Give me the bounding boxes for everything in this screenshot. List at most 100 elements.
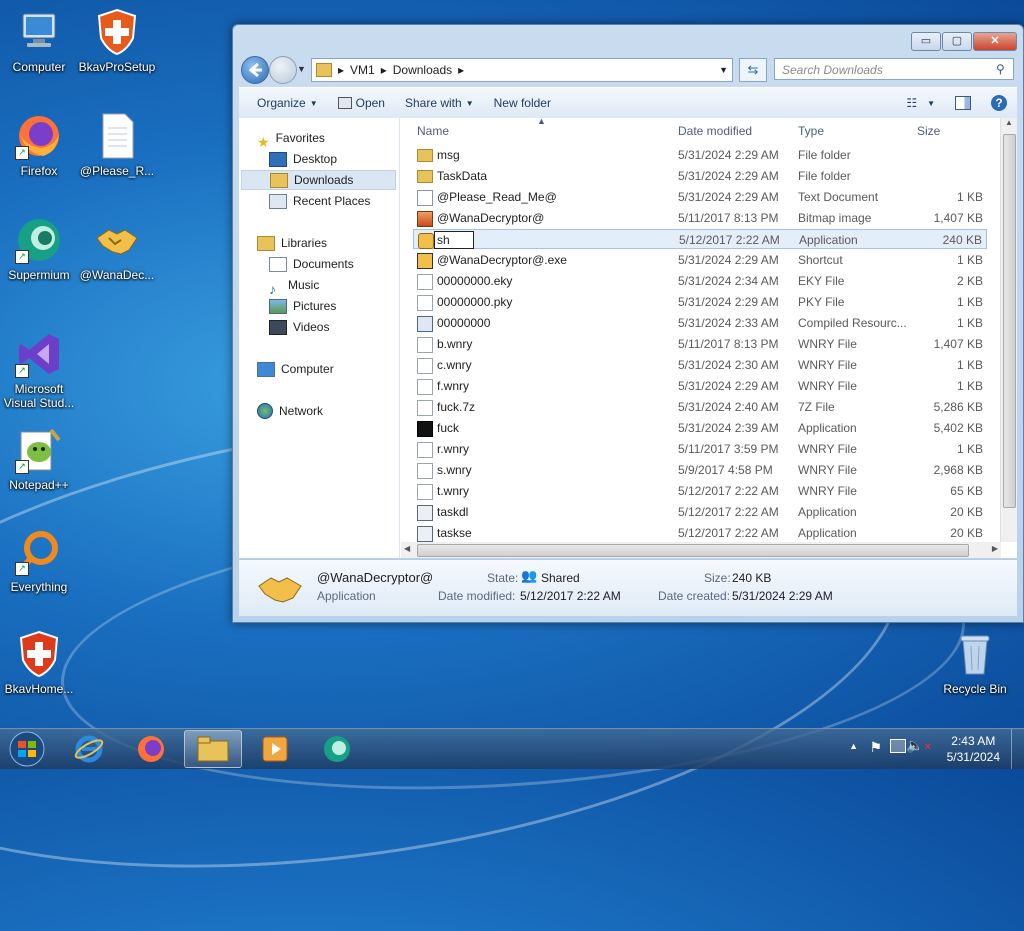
- pictures-icon: [269, 298, 287, 314]
- open-button[interactable]: Open: [328, 96, 395, 110]
- preview-pane-icon: [955, 96, 971, 110]
- file-icon: [417, 442, 433, 458]
- nav-pictures[interactable]: Pictures: [269, 296, 336, 316]
- back-button[interactable]: [241, 56, 269, 84]
- scroll-thumb[interactable]: [417, 544, 969, 557]
- minimize-button[interactable]: ▭: [911, 32, 941, 51]
- network-status-icon[interactable]: [890, 739, 906, 753]
- column-header-date[interactable]: Date modified: [678, 124, 752, 138]
- file-row[interactable]: @WanaDecryptor@ 5/11/2017 8:13 PM Bitmap i…: [413, 208, 987, 228]
- file-row[interactable]: b.wnry 5/11/2017 8:13 PM WNRY File 1,407 KB: [413, 334, 987, 354]
- taskbar-firefox[interactable]: [122, 730, 180, 768]
- nav-computer[interactable]: Computer: [257, 359, 334, 379]
- file-row[interactable]: c.wnry 5/31/2024 2:30 AM WNRY File 1 KB: [413, 355, 987, 375]
- file-name: @WanaDecryptor@: [437, 211, 545, 225]
- rename-input[interactable]: sh: [434, 231, 474, 249]
- help-button[interactable]: ?: [981, 95, 1017, 111]
- organize-button[interactable]: Organize ▼: [247, 96, 328, 110]
- nav-music-label: Music: [288, 278, 320, 292]
- change-view-button[interactable]: ☷ ▼: [896, 96, 945, 110]
- horizontal-scrollbar[interactable]: ◀ ▶: [401, 542, 1001, 558]
- nav-videos[interactable]: Videos: [269, 317, 329, 337]
- file-row[interactable]: 00000000 5/31/2024 2:33 AM Compiled Resour…: [413, 313, 987, 333]
- nav-libraries[interactable]: Libraries: [257, 233, 327, 253]
- file-icon: [417, 274, 433, 290]
- taskbar: ▲ ⚑ 🔈✕ 2:43 AM 5/31/2024: [0, 728, 1024, 769]
- breadcrumb-vm1[interactable]: VM1: [350, 63, 375, 77]
- desktop-icon-bkavprosetup[interactable]: BkavProSetup: [78, 8, 156, 74]
- nav-documents[interactable]: Documents: [269, 254, 354, 274]
- scroll-thumb[interactable]: [1003, 134, 1016, 508]
- desktop-icon-bkavhome[interactable]: BkavHome...: [0, 630, 78, 696]
- volume-muted-icon[interactable]: 🔈✕: [906, 737, 932, 754]
- nav-favorites[interactable]: ★ Favorites: [257, 128, 325, 150]
- file-row[interactable]: r.wnry 5/11/2017 3:59 PM WNRY File 1 KB: [413, 439, 987, 459]
- show-hidden-icons-button[interactable]: ▲: [849, 741, 858, 751]
- desktop-icon-everything[interactable]: ↗ Everything: [0, 528, 78, 594]
- search-input[interactable]: Search Downloads: [774, 58, 1014, 80]
- file-row[interactable]: taskdl 5/12/2017 2:22 AM Application 20 KB: [413, 502, 987, 522]
- chevron-down-icon: ▼: [927, 98, 935, 108]
- media-player-icon: [262, 736, 288, 762]
- taskbar-file-explorer[interactable]: [184, 730, 242, 768]
- column-header-size[interactable]: Size: [917, 124, 940, 138]
- desktop-icon-recycle-bin[interactable]: Recycle Bin: [936, 630, 1014, 696]
- file-row[interactable]: msg 5/31/2024 2:29 AM File folder: [413, 145, 987, 165]
- videos-icon: [269, 319, 287, 335]
- file-row[interactable]: @WanaDecryptor@.exe 5/31/2024 2:29 AM Shor…: [413, 250, 987, 270]
- open-window-icon: [337, 97, 352, 109]
- file-size: 65 KB: [950, 484, 983, 498]
- refresh-button[interactable]: ⇆: [739, 58, 767, 82]
- recent-pages-dropdown[interactable]: ▼: [297, 64, 306, 74]
- desktop-icon-notepadplusplus[interactable]: ↗ Notepad++: [0, 426, 78, 492]
- desktop-icon-supermium[interactable]: ↗ Supermium: [0, 216, 78, 282]
- show-desktop-button[interactable]: [1011, 729, 1024, 769]
- close-button[interactable]: ✕: [973, 32, 1017, 51]
- file-row[interactable]: s.wnry 5/9/2017 4:58 PM WNRY File 2,968 KB: [413, 460, 987, 480]
- taskbar-supermium[interactable]: [308, 730, 366, 768]
- shortcut-arrow-icon: ↗: [15, 562, 29, 576]
- file-row[interactable]: t.wnry 5/12/2017 2:22 AM WNRY File 65 KB: [413, 481, 987, 501]
- window-controls: ▭ ▢ ✕: [911, 32, 1017, 51]
- column-header-type[interactable]: Type: [798, 124, 824, 138]
- file-size: 1 KB: [956, 379, 983, 393]
- system-clock[interactable]: 2:43 AM 5/31/2024: [947, 733, 1000, 765]
- nav-network[interactable]: Network: [257, 401, 323, 421]
- file-row[interactable]: sh 5/12/2017 2:22 AM Application 240 KB: [413, 229, 987, 249]
- nav-recent-places[interactable]: Recent Places: [269, 191, 370, 211]
- file-row[interactable]: @Please_Read_Me@ 5/31/2024 2:29 AM Text Do…: [413, 187, 987, 207]
- desktop-icon-firefox[interactable]: ↗ Firefox: [0, 112, 78, 178]
- file-row[interactable]: 00000000.pky 5/31/2024 2:29 AM PKY File 1 K…: [413, 292, 987, 312]
- recent-places-icon: [269, 193, 287, 209]
- start-button[interactable]: [0, 730, 54, 768]
- desktop-icon-wanadecryptor[interactable]: @WanaDec...: [78, 216, 156, 282]
- desktop-icon-visual-studio[interactable]: ↗ Microsoft Visual Stud...: [0, 330, 78, 410]
- share-with-button[interactable]: Share with ▼: [395, 96, 484, 110]
- clock-date: 5/31/2024: [946, 750, 1000, 764]
- action-center-flag-icon[interactable]: ⚑: [869, 739, 882, 756]
- preview-pane-button[interactable]: [945, 96, 981, 110]
- column-header-name[interactable]: Name: [417, 124, 449, 138]
- nav-music[interactable]: ♪ Music: [269, 275, 320, 297]
- address-bar[interactable]: ▸ VM1 ▸ Downloads ▸ ▼: [311, 58, 733, 82]
- desktop-icon-please-read-me[interactable]: @Please_R...: [78, 112, 156, 178]
- file-name: 00000000: [437, 316, 491, 330]
- file-row[interactable]: f.wnry 5/31/2024 2:29 AM WNRY File 1 KB: [413, 376, 987, 396]
- file-row[interactable]: taskse 5/12/2017 2:22 AM Application 20 KB: [413, 523, 987, 543]
- file-row[interactable]: 00000000.eky 5/31/2024 2:34 AM EKY File 2 K…: [413, 271, 987, 291]
- vertical-scrollbar[interactable]: ▲: [1000, 118, 1017, 542]
- file-row[interactable]: fuck 5/31/2024 2:39 AM Application 5,402 KB: [413, 418, 987, 438]
- nav-downloads[interactable]: Downloads: [241, 170, 396, 190]
- taskbar-media-player[interactable]: [246, 730, 304, 768]
- maximize-button[interactable]: ▢: [942, 32, 972, 51]
- breadcrumb-downloads[interactable]: Downloads: [393, 63, 452, 77]
- desktop-icon-computer[interactable]: Computer: [0, 8, 78, 74]
- file-type: WNRY File: [798, 442, 857, 456]
- taskbar-internet-explorer[interactable]: [60, 730, 118, 768]
- file-row[interactable]: fuck.7z 5/31/2024 2:40 AM 7Z File 5,286 KB: [413, 397, 987, 417]
- new-folder-button[interactable]: New folder: [484, 96, 561, 110]
- address-dropdown-icon[interactable]: ▼: [719, 65, 728, 75]
- nav-desktop[interactable]: Desktop: [269, 149, 337, 169]
- forward-button[interactable]: [269, 56, 297, 84]
- file-row[interactable]: TaskData 5/31/2024 2:29 AM File folder: [413, 166, 987, 186]
